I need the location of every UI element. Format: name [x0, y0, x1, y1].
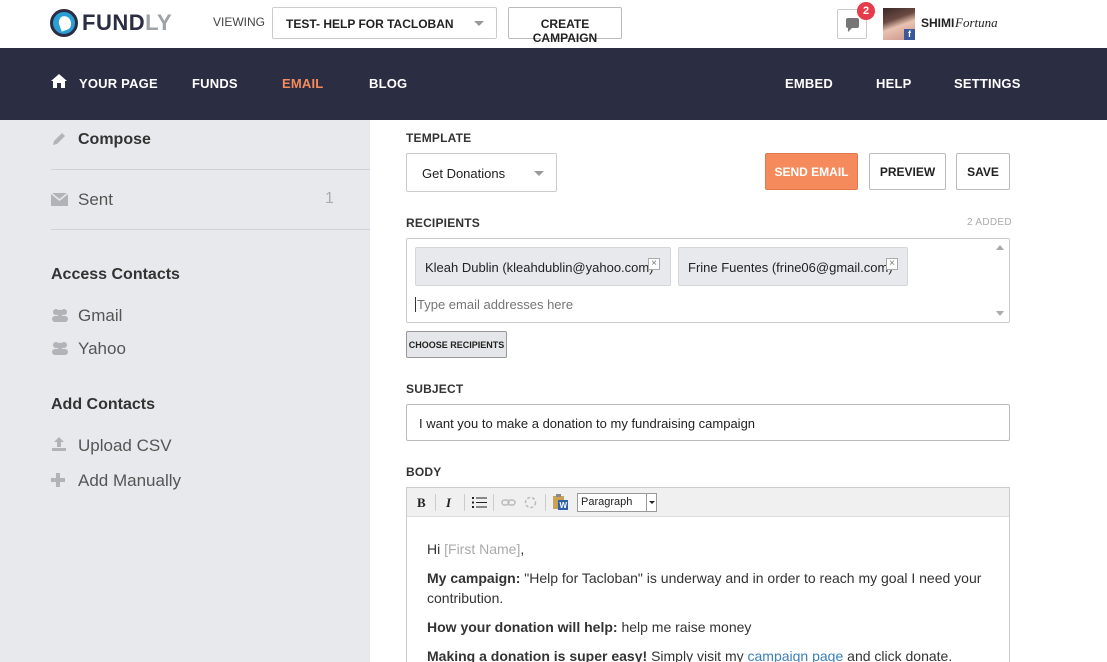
users-icon: [52, 342, 68, 355]
recipients-field[interactable]: Kleah Dublin (kleahdublin@yahoo.com) × F…: [406, 238, 1010, 323]
editor-toolbar: B I W Paragraph: [407, 488, 1009, 517]
notification-badge: 2: [857, 2, 875, 20]
recipients-added-count: 2 ADDED: [967, 217, 1012, 228]
recipient-chip: Kleah Dublin (kleahdublin@yahoo.com) ×: [415, 247, 671, 286]
subject-input[interactable]: I want you to make a donation to my fund…: [406, 404, 1010, 441]
avatar[interactable]: f: [883, 8, 915, 40]
paragraph-format-select[interactable]: Paragraph: [577, 493, 657, 512]
sidebar-item-sent[interactable]: Sent: [78, 190, 113, 210]
message-icon: [846, 18, 859, 32]
paragraph-format-value: Paragraph: [581, 496, 633, 508]
chevron-down-icon: [474, 21, 484, 26]
nav-funds[interactable]: FUNDS: [192, 76, 238, 91]
template-select[interactable]: Get Donations: [406, 153, 557, 192]
svg-text:W: W: [560, 501, 568, 510]
easy-text-1: Simply visit my: [651, 648, 744, 662]
body-label: BODY: [406, 465, 442, 479]
greeting-end: ,: [520, 541, 525, 557]
body-editor: B I W Paragraph Hi [First Name], My camp…: [406, 487, 1010, 662]
toolbar-divider: [493, 494, 494, 511]
list-icon[interactable]: [472, 496, 487, 509]
recipient-chip: Frine Fuentes (frine06@gmail.com) ×: [678, 247, 908, 286]
italic-icon[interactable]: I: [446, 495, 451, 511]
first-name-merge-tag: [First Name]: [444, 541, 521, 557]
plus-icon: [51, 473, 65, 487]
nav-email[interactable]: EMAIL: [282, 76, 323, 91]
choose-recipients-button[interactable]: CHOOSE RECIPIENTS: [406, 331, 507, 358]
help-label: How your donation will help:: [427, 619, 618, 635]
recipient-chip-label: Frine Fuentes (frine06@gmail.com): [688, 260, 893, 275]
nav-embed[interactable]: EMBED: [785, 76, 833, 91]
top-bar: FUNDLY VIEWING TEST- HELP FOR TACLOBAN C…: [0, 0, 1107, 48]
recipients-label: RECIPIENTS: [406, 216, 481, 230]
paste-word-icon[interactable]: W: [552, 494, 569, 511]
sidebar-item-upload-csv[interactable]: Upload CSV: [78, 436, 172, 456]
sent-count: 1: [325, 190, 334, 207]
scroll-down-arrow-icon[interactable]: [996, 311, 1004, 316]
easy-paragraph: Making a donation is super easy! Simply …: [427, 646, 989, 662]
sidebar-item-add-manually[interactable]: Add Manually: [78, 471, 181, 491]
easy-label: Making a donation is super easy!: [427, 648, 648, 662]
user-first-name[interactable]: SHIMI: [921, 16, 954, 30]
facebook-icon: f: [904, 29, 915, 40]
sidebar-item-gmail[interactable]: Gmail: [78, 306, 122, 326]
chevron-down-icon: [534, 171, 544, 176]
fundly-logo-icon: [50, 9, 78, 37]
envelope-icon: [51, 193, 68, 206]
pencil-icon: [53, 133, 65, 145]
main-nav: YOUR PAGE FUNDS EMAIL BLOG EMBED HELP SE…: [0, 48, 1107, 120]
campaign-page-link[interactable]: campaign page: [748, 648, 844, 662]
upload-icon: [52, 437, 66, 451]
close-icon[interactable]: ×: [648, 258, 660, 270]
sidebar-item-compose[interactable]: Compose: [78, 131, 151, 149]
logo-text-dark: FUND: [82, 10, 146, 35]
preview-button[interactable]: PREVIEW: [869, 153, 946, 190]
toolbar-divider: [435, 494, 436, 511]
editor-content[interactable]: Hi [First Name], My campaign: "Help for …: [407, 517, 1009, 662]
save-button[interactable]: SAVE: [956, 153, 1010, 190]
link-icon[interactable]: [501, 497, 516, 508]
sidebar: Compose Sent 1 Access Contacts Gmail Yah…: [0, 120, 370, 662]
greeting-line: Hi [First Name],: [427, 539, 989, 559]
help-paragraph: How your donation will help: help me rai…: [427, 617, 989, 637]
template-label: TEMPLATE: [406, 131, 472, 145]
home-icon: [51, 74, 67, 88]
campaign-paragraph: My campaign: "Help for Tacloban" is unde…: [427, 568, 989, 608]
campaign-select[interactable]: TEST- HELP FOR TACLOBAN: [272, 7, 497, 39]
email-address-input[interactable]: [415, 297, 975, 312]
help-text: help me raise money: [621, 619, 752, 635]
add-contacts-heading: Add Contacts: [51, 396, 155, 413]
create-campaign-button[interactable]: CREATE CAMPAIGN: [508, 7, 622, 45]
toolbar-divider: [545, 494, 546, 511]
easy-text-2: and click donate.: [847, 648, 953, 662]
unlink-icon[interactable]: [523, 495, 538, 510]
nav-blog[interactable]: BLOG: [369, 76, 407, 91]
bold-icon[interactable]: B: [417, 495, 426, 511]
campaign-label: My campaign:: [427, 570, 521, 586]
subject-label: SUBJECT: [406, 382, 464, 396]
sidebar-divider: [51, 229, 370, 230]
users-icon: [52, 309, 68, 322]
viewing-label: VIEWING: [213, 15, 266, 29]
campaign-select-value: TEST- HELP FOR TACLOBAN: [286, 17, 454, 31]
close-icon[interactable]: ×: [886, 258, 898, 270]
send-email-button[interactable]: SEND EMAIL: [765, 153, 858, 190]
nav-help[interactable]: HELP: [876, 76, 911, 91]
sidebar-item-yahoo[interactable]: Yahoo: [78, 339, 126, 359]
logo-text-light: LY: [145, 10, 173, 35]
recipient-chip-label: Kleah Dublin (kleahdublin@yahoo.com): [425, 260, 654, 275]
chevron-down-icon: [646, 494, 656, 511]
fundly-logo[interactable]: FUNDLY: [50, 9, 172, 37]
greeting-text: Hi: [427, 541, 441, 557]
sidebar-divider: [51, 169, 370, 170]
nav-settings[interactable]: SETTINGS: [954, 76, 1021, 91]
user-last-name[interactable]: Fortuna: [955, 15, 998, 31]
access-contacts-heading: Access Contacts: [51, 266, 180, 283]
scroll-up-arrow-icon[interactable]: [996, 245, 1004, 250]
toolbar-divider: [464, 494, 465, 511]
nav-your-page[interactable]: YOUR PAGE: [79, 76, 158, 91]
template-select-value: Get Donations: [422, 166, 506, 181]
